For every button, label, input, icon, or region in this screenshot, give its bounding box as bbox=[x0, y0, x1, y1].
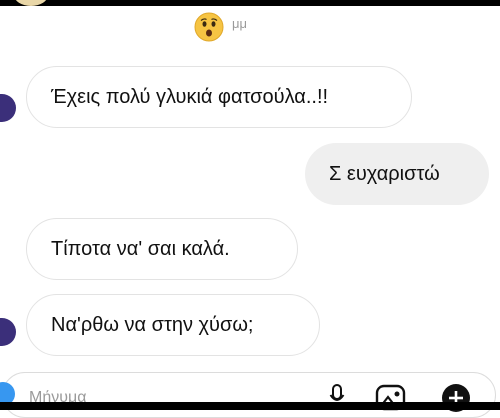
astonished-face-icon[interactable] bbox=[194, 12, 224, 42]
top-border bbox=[0, 0, 500, 6]
reaction-label: μμ bbox=[232, 16, 247, 31]
message-composer[interactable]: Μήνυμα bbox=[0, 372, 496, 418]
message-bubble-outgoing[interactable]: Σ ευχαριστώ bbox=[305, 143, 489, 205]
sender-avatar[interactable] bbox=[0, 94, 16, 122]
message-text: Να'ρθω να στην χύσω; bbox=[51, 313, 254, 336]
sender-avatar[interactable] bbox=[0, 318, 16, 346]
message-bubble-incoming[interactable]: Έχεις πολύ γλυκιά φατσούλα..!! bbox=[26, 66, 412, 128]
bottom-border bbox=[0, 402, 500, 410]
message-text: Τίποτα να' σαι καλά. bbox=[51, 237, 230, 260]
message-text: Έχεις πολύ γλυκιά φατσούλα..!! bbox=[51, 85, 329, 108]
message-text: Σ ευχαριστώ bbox=[329, 162, 440, 185]
message-bubble-incoming[interactable]: Τίποτα να' σαι καλά. bbox=[26, 218, 298, 280]
message-bubble-incoming[interactable]: Να'ρθω να στην χύσω; bbox=[26, 294, 320, 356]
